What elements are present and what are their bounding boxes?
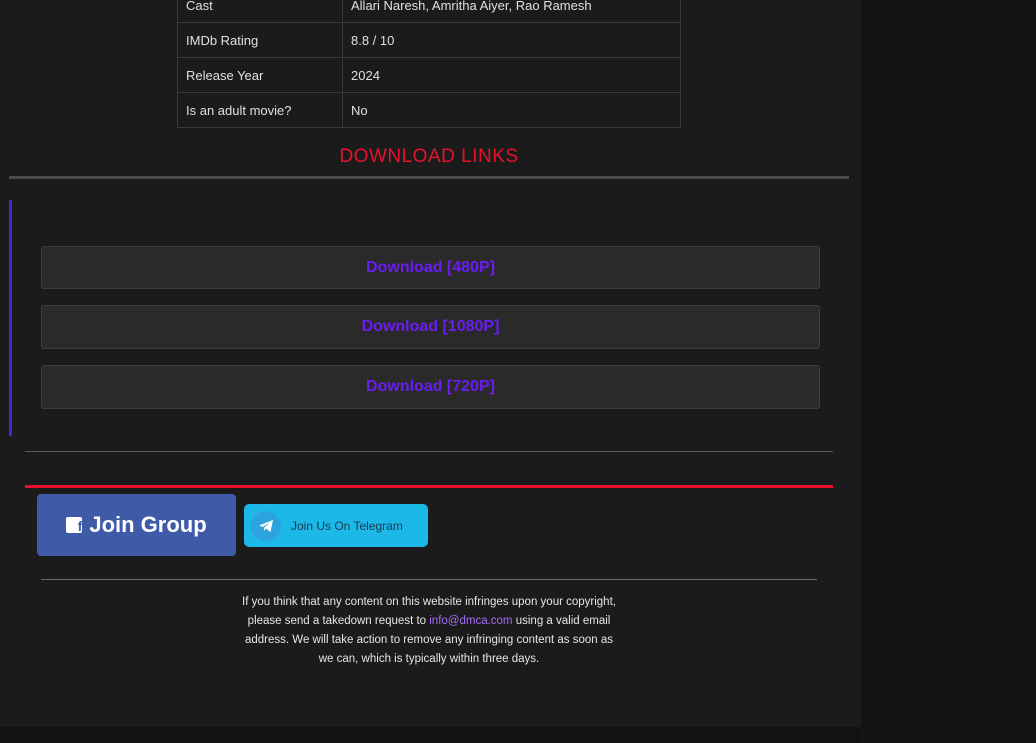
info-value: No	[342, 92, 681, 128]
join-group-label: Join Group	[89, 512, 207, 537]
movie-info-table: Cast Allari Naresh, Amritha Aiyer, Rao R…	[177, 0, 681, 128]
divider	[41, 579, 817, 580]
download-480p-button[interactable]: Download [480P]	[41, 246, 820, 289]
info-key: Release Year	[177, 57, 343, 93]
red-divider	[25, 485, 833, 488]
telegram-join-button[interactable]: Join Us On Telegram	[244, 504, 428, 547]
info-value: Allari Naresh, Amritha Aiyer, Rao Ramesh	[342, 0, 681, 23]
dmca-notice: If you think that any content on this we…	[240, 593, 618, 669]
dmca-email-link[interactable]: info@dmca.com	[429, 615, 512, 627]
table-row: IMDb Rating 8.8 / 10	[177, 22, 681, 58]
info-value: 8.8 / 10	[342, 22, 681, 58]
download-1080p-button[interactable]: Download [1080P]	[41, 305, 820, 349]
join-group-button[interactable]: f Join Group	[37, 494, 236, 556]
divider	[25, 451, 833, 452]
info-key: IMDb Rating	[177, 22, 343, 58]
info-key: Cast	[177, 0, 343, 23]
info-value: 2024	[342, 57, 681, 93]
divider	[9, 176, 849, 179]
blockquote-border	[9, 200, 12, 436]
main-content: Cast Allari Naresh, Amritha Aiyer, Rao R…	[0, 0, 861, 727]
table-row: Is an adult movie? No	[177, 92, 681, 128]
download-720p-button[interactable]: Download [720P]	[41, 365, 820, 409]
table-row: Cast Allari Naresh, Amritha Aiyer, Rao R…	[177, 0, 681, 23]
right-sidebar	[861, 0, 1036, 743]
table-row: Release Year 2024	[177, 57, 681, 93]
telegram-icon	[251, 510, 281, 541]
telegram-label: Join Us On Telegram	[291, 518, 403, 533]
download-links-heading: DOWNLOAD LINKS	[339, 146, 519, 167]
facebook-icon: f	[66, 517, 83, 533]
info-key: Is an adult movie?	[177, 92, 343, 128]
